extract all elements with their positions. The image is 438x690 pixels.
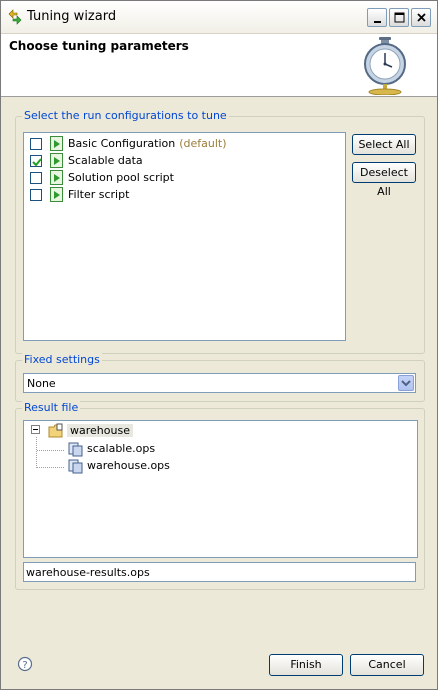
tuning-app-icon [8,9,22,25]
title-bar: Tuning wizard [1,1,437,34]
dropdown-arrow-button[interactable] [398,375,414,391]
cancel-button[interactable]: Cancel [350,654,424,676]
ops-file-icon [68,459,83,474]
run-configurations-label: Select the run configurations to tune [22,109,229,122]
ops-file-icon [68,442,83,457]
list-item-label: Scalable data [68,154,143,167]
run-config-icon [50,187,63,202]
fixed-settings-label: Fixed settings [22,353,102,366]
help-icon[interactable]: ? [17,656,33,672]
list-item-label: Solution pool script [68,171,174,184]
wizard-banner: Choose tuning parameters [1,34,437,97]
fixed-settings-combo[interactable]: None [23,373,416,393]
fixed-settings-group: Fixed settings None [15,353,425,402]
window-title: Tuning wizard [27,9,117,24]
close-icon [417,13,426,22]
result-filename-field[interactable] [23,562,416,582]
chevron-down-icon [401,380,411,387]
checkbox[interactable] [30,189,42,201]
result-filename-input[interactable] [26,564,412,580]
run-config-icon [50,153,63,168]
result-file-tree[interactable]: warehouse scalable.ops warehouse.ops [23,420,418,558]
maximize-icon [394,12,405,23]
run-configurations-list[interactable]: Basic Configuration (default) Scalable da… [23,132,346,341]
list-item-label: Basic Configuration (default) [68,137,227,150]
close-button[interactable] [411,8,431,27]
minimize-button[interactable] [367,8,387,27]
result-file-label: Result file [22,401,81,414]
project-label: warehouse [67,424,133,437]
list-item-label: Filter script [68,188,130,201]
check-icon [32,158,42,167]
deselect-all-button[interactable]: Deselect All [352,162,416,198]
page-title: Choose tuning parameters [9,39,189,53]
checkbox[interactable] [30,138,42,150]
finish-button[interactable]: Finish [269,654,343,676]
checkbox-checked[interactable] [30,155,42,167]
project-folder-icon [48,423,63,438]
default-tag: (default) [179,137,227,150]
stopwatch-icon [364,37,406,95]
minus-box-icon [31,425,40,434]
fixed-settings-value: None [27,377,56,390]
minimize-icon [374,21,381,23]
file-label: warehouse.ops [87,459,170,472]
run-config-icon [50,136,63,151]
checkbox[interactable] [30,172,42,184]
svg-text:?: ? [22,660,27,671]
run-configurations-group: Select the run configurations to tune Ba… [15,109,425,354]
collapse-toggle[interactable] [31,425,42,436]
tuning-wizard-window: Tuning wizard Choose tuning parameters S… [0,0,438,690]
file-label: scalable.ops [87,442,156,455]
run-config-icon [50,170,63,185]
maximize-button[interactable] [389,8,409,27]
select-all-button[interactable]: Select All [352,134,416,155]
result-file-group: Result file warehouse scalable.ops wareh… [15,401,425,590]
